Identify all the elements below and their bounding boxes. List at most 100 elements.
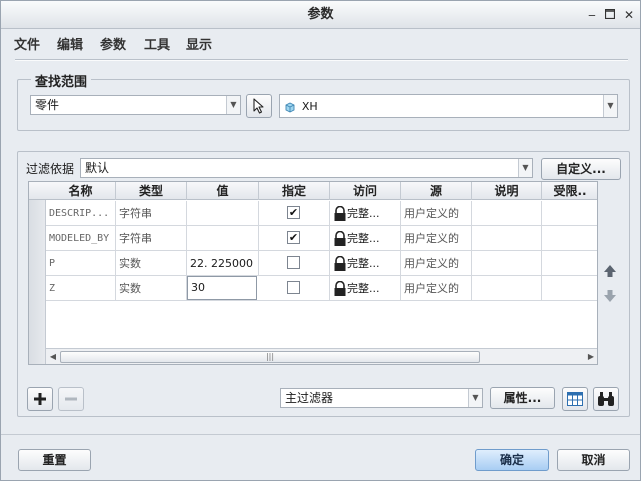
cell-access[interactable]: 完整... xyxy=(330,226,401,251)
table-row[interactable]: Z 实数 30 完整... 用户定义的 xyxy=(46,276,597,301)
pointer-arrow-icon xyxy=(253,98,264,114)
column-header-designate[interactable]: 指定 xyxy=(259,182,330,200)
table-row[interactable]: MODELED_BY 字符串 ✔ 完整... 用户定义的 xyxy=(46,226,597,251)
title-bar: 参数 ‒ ✕ xyxy=(1,1,640,29)
move-up-button[interactable] xyxy=(602,263,618,279)
column-header-restricted[interactable]: 受限.. xyxy=(542,182,597,200)
cell-type[interactable]: 字符串 xyxy=(116,226,187,251)
lock-icon xyxy=(334,256,346,271)
cell-access[interactable]: 完整... xyxy=(330,276,401,301)
access-text: 完整... xyxy=(347,232,380,245)
cell-source[interactable]: 用户定义的 xyxy=(401,251,472,276)
cell-name[interactable]: MODELED_BY xyxy=(46,226,116,251)
column-header-value[interactable]: 值 xyxy=(187,182,259,200)
cell-designate xyxy=(259,276,330,301)
table-row[interactable]: DESCRIP... 字符串 ✔ 完整... 用户定义的 xyxy=(46,201,597,226)
maximize-icon[interactable] xyxy=(602,7,618,23)
cell-value[interactable]: 22. 225000 xyxy=(187,251,259,276)
cell-name[interactable]: DESCRIP... xyxy=(46,201,116,226)
scrollbar-thumb[interactable]: ||| xyxy=(60,351,480,363)
arrow-down-icon xyxy=(604,290,616,302)
menu-separator xyxy=(15,59,628,61)
arrow-up-icon xyxy=(604,265,616,277)
access-text: 完整... xyxy=(347,257,380,270)
close-icon[interactable]: ✕ xyxy=(621,7,637,23)
column-header-source[interactable]: 源 xyxy=(401,182,472,200)
lock-icon xyxy=(334,231,346,246)
menu-file[interactable]: 文件 xyxy=(14,34,40,53)
lock-icon xyxy=(334,206,346,221)
menu-tools[interactable]: 工具 xyxy=(144,34,170,53)
cell-name[interactable]: P xyxy=(46,251,116,276)
column-header-name[interactable]: 名称 xyxy=(46,182,116,200)
select-object-button[interactable] xyxy=(246,94,272,118)
lookin-legend: 查找范围 xyxy=(31,71,92,90)
designate-checkbox[interactable] xyxy=(287,281,300,294)
cell-source[interactable]: 用户定义的 xyxy=(401,201,472,226)
designate-checkbox[interactable] xyxy=(287,256,300,269)
designate-checkbox[interactable]: ✔ xyxy=(287,206,300,219)
ok-button[interactable]: 确定 xyxy=(475,449,549,471)
column-header-access[interactable]: 访问 xyxy=(330,182,401,200)
part-cube-icon xyxy=(285,101,295,113)
parameters-table: 名称 类型 值 指定 访问 源 说明 受限.. DESCRIP... 字符串 ✔… xyxy=(28,181,598,365)
cell-value: 30 xyxy=(187,276,259,301)
cell-access[interactable]: 完整... xyxy=(330,201,401,226)
cell-restricted[interactable] xyxy=(542,251,597,276)
table-row[interactable]: P 实数 22. 225000 完整... 用户定义的 xyxy=(46,251,597,276)
designate-checkbox[interactable]: ✔ xyxy=(287,231,300,244)
column-header-description[interactable]: 说明 xyxy=(472,182,542,200)
scroll-left-icon[interactable]: ◀ xyxy=(47,351,59,363)
cell-designate: ✔ xyxy=(259,226,330,251)
cell-designate: ✔ xyxy=(259,201,330,226)
main-filter-select[interactable]: 主过滤器 ▼ xyxy=(280,388,483,408)
window-title: 参数 xyxy=(307,7,334,22)
cell-designate xyxy=(259,251,330,276)
table-view-button[interactable] xyxy=(562,387,588,411)
column-header-type[interactable]: 类型 xyxy=(116,182,187,200)
lookin-type-select[interactable]: 零件 ▼ xyxy=(30,95,241,115)
main-filter-value: 主过滤器 xyxy=(285,391,334,405)
scroll-right-icon[interactable]: ▶ xyxy=(585,351,597,363)
reset-button[interactable]: 重置 xyxy=(18,449,91,471)
cell-description[interactable] xyxy=(472,201,542,226)
lookin-object-select[interactable]: XH ▼ xyxy=(279,94,618,118)
cell-type[interactable]: 实数 xyxy=(116,251,187,276)
value-edit-input[interactable]: 30 xyxy=(187,276,257,300)
cell-type[interactable]: 字符串 xyxy=(116,201,187,226)
horizontal-scrollbar[interactable]: ◀ ||| ▶ xyxy=(46,348,597,364)
cell-description[interactable] xyxy=(472,226,542,251)
properties-button[interactable]: 属性... xyxy=(490,387,555,409)
search-button[interactable] xyxy=(593,387,619,411)
remove-parameter-button[interactable] xyxy=(58,387,84,411)
menu-edit[interactable]: 编辑 xyxy=(57,34,83,53)
minimize-icon[interactable]: ‒ xyxy=(584,7,600,23)
filter-select[interactable]: 默认 ▼ xyxy=(80,158,533,178)
move-down-button[interactable] xyxy=(602,288,618,304)
cancel-button[interactable]: 取消 xyxy=(557,449,630,471)
parameters-dialog: 参数 ‒ ✕ 文件 编辑 参数 工具 显示 查找范围 零件 ▼ XH ▼ 过滤依… xyxy=(0,0,641,481)
filter-label: 过滤依据 xyxy=(26,162,75,176)
add-parameter-button[interactable] xyxy=(27,387,53,411)
plus-icon xyxy=(34,393,46,405)
cell-value[interactable] xyxy=(187,226,259,251)
cell-value[interactable] xyxy=(187,201,259,226)
menu-display[interactable]: 显示 xyxy=(186,34,212,53)
cell-source[interactable]: 用户定义的 xyxy=(401,276,472,301)
cell-source[interactable]: 用户定义的 xyxy=(401,226,472,251)
cell-restricted[interactable] xyxy=(542,276,597,301)
menu-parameters[interactable]: 参数 xyxy=(100,34,126,53)
cell-restricted[interactable] xyxy=(542,226,597,251)
filter-value: 默认 xyxy=(85,161,110,175)
chevron-down-icon: ▼ xyxy=(468,389,482,407)
cell-name[interactable]: Z xyxy=(46,276,116,301)
cell-description[interactable] xyxy=(472,251,542,276)
row-header-gutter xyxy=(29,182,46,364)
chevron-down-icon: ▼ xyxy=(226,96,240,114)
cell-restricted[interactable] xyxy=(542,201,597,226)
cell-access[interactable]: 完整... xyxy=(330,251,401,276)
customize-button[interactable]: 自定义... xyxy=(541,158,621,180)
cell-description[interactable] xyxy=(472,276,542,301)
lock-icon xyxy=(334,281,346,296)
cell-type[interactable]: 实数 xyxy=(116,276,187,301)
